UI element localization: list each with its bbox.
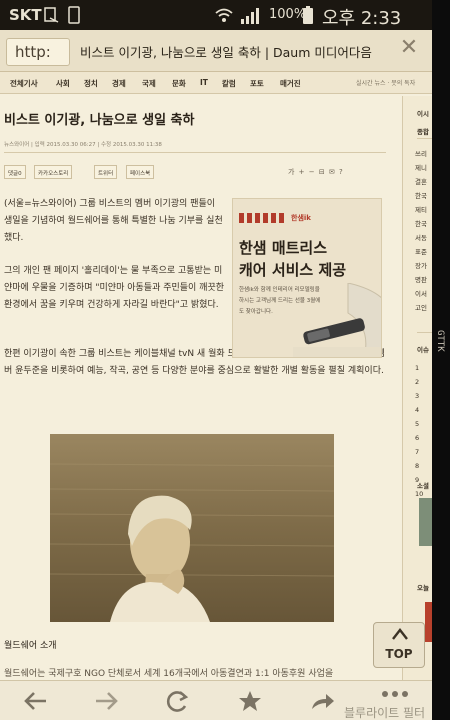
- sidebar-rank[interactable]: 4: [415, 406, 419, 414]
- nav-item-magazine[interactable]: 매거진: [280, 78, 301, 89]
- sidebar-rank[interactable]: 8: [415, 462, 419, 470]
- scroll-top-label: TOP: [385, 647, 413, 661]
- article-meta: 뉴스와이어 | 입력 2015.03.30 06:27 | 수정 2015.03…: [4, 142, 162, 148]
- article-headline: 비스트 이기광, 나눔으로 생일 축하: [4, 113, 195, 128]
- bookmark-star-icon[interactable]: [230, 687, 270, 715]
- sidebar-item[interactable]: 한국: [415, 190, 427, 200]
- sidebar-rank[interactable]: 10: [415, 490, 423, 498]
- nav-item-all[interactable]: 전체기사: [10, 78, 38, 89]
- sidebar-item[interactable]: 제티: [415, 204, 427, 214]
- device-edge: [432, 0, 450, 720]
- sidebar-item[interactable]: 고인: [415, 302, 427, 312]
- sidebar-rank[interactable]: 1: [415, 364, 419, 372]
- sidebar-heading: 이시: [417, 110, 429, 118]
- ad-device-image: [293, 283, 381, 357]
- battery-percent: 100%: [269, 7, 307, 22]
- article-photo[interactable]: [50, 434, 334, 622]
- sidebar-item[interactable]: 명판: [415, 274, 427, 284]
- blue-light-filter-label: 블루라이트 필터: [344, 706, 426, 720]
- screenshot-icon: [44, 7, 60, 27]
- status-bar: SKT 100% 오후 2:33: [0, 0, 432, 30]
- forward-icon[interactable]: [86, 687, 126, 715]
- nav-item-photo[interactable]: 포토: [250, 78, 264, 89]
- scroll-top-button[interactable]: TOP: [373, 622, 425, 668]
- photo-illustration: [50, 434, 334, 622]
- sidebar-rank[interactable]: 7: [415, 448, 419, 456]
- sidebar-item[interactable]: 한국: [415, 218, 427, 228]
- nav-item-society[interactable]: 사회: [56, 78, 70, 89]
- more-menu-icon[interactable]: [380, 689, 410, 699]
- sidebar-rank[interactable]: 3: [415, 392, 419, 400]
- sidebar-item[interactable]: 쓰리: [415, 148, 427, 158]
- close-icon[interactable]: ✕: [396, 35, 422, 65]
- comment-button[interactable]: 댓글0: [4, 165, 26, 179]
- tab-title: 비스트 이기광, 나눔으로 생일 축하 | Daum 미디어다음: [80, 45, 372, 60]
- signal-icon: [240, 7, 262, 28]
- nav-item-it[interactable]: IT: [200, 78, 208, 87]
- sidebar-item[interactable]: 서동: [415, 232, 427, 242]
- share-icon[interactable]: [302, 687, 342, 715]
- photo-caption: 월드쉐어 소개: [4, 641, 57, 651]
- hanssem-ad[interactable]: 한샘ik 한샘 매트리스 캐어 서비스 제공 한샘ik와 함께 인테리어 리모델…: [232, 198, 382, 358]
- nav-right-links[interactable]: 실시간 뉴스 · 뭇의 독자: [356, 78, 415, 87]
- sidebar-item[interactable]: 장가: [415, 260, 427, 270]
- kakaostory-button[interactable]: 카카오스토리: [34, 165, 73, 179]
- url-field[interactable]: http:: [6, 38, 70, 66]
- text-size-tools[interactable]: 가 + − ⊟ ✉ ?: [288, 167, 344, 177]
- nav-item-economy[interactable]: 경제: [112, 78, 126, 89]
- facebook-button[interactable]: 페이스북: [126, 165, 155, 179]
- chevron-up-icon: [392, 628, 408, 640]
- sidebar-heading: 이슈: [417, 346, 429, 354]
- right-sidebar: 이시 종합 쓰리 제니 결혼 한국 제티 한국 서동 표준 장가 명판 이서 고…: [402, 96, 432, 680]
- nav-item-culture[interactable]: 문화: [172, 78, 186, 89]
- sidebar-item[interactable]: 이서: [415, 288, 427, 298]
- twitter-button[interactable]: 트위터: [94, 165, 118, 179]
- sidebar-rank[interactable]: 6: [415, 434, 419, 442]
- ad-headline: 캐어 서비스 제공: [239, 261, 347, 279]
- divider: [4, 152, 386, 153]
- nav-item-column[interactable]: 칼럼: [222, 78, 236, 89]
- nav-item-international[interactable]: 국제: [142, 78, 156, 89]
- sidebar-ad[interactable]: [425, 602, 432, 642]
- news-nav-bar: 전체기사 사회 정치 경제 국제 문화 IT 칼럼 포토 매거진 실시간 뉴스 …: [0, 72, 432, 94]
- side-watermark: GTTK: [435, 330, 445, 352]
- address-bar: http: 비스트 이기광, 나눔으로 생일 축하 | Daum 미디어다음 ✕: [0, 30, 432, 72]
- sidebar-rank[interactable]: 2: [415, 378, 419, 386]
- ad-brand: 한샘ik: [291, 214, 311, 222]
- article-paragraph: (서울=뉴스와이어) 그룹 비스트의 멤버 이기광의 팬들이 생일을 기념하여 …: [4, 199, 223, 243]
- nav-item-politics[interactable]: 정치: [84, 78, 98, 89]
- carrier-label: SKT: [9, 6, 42, 24]
- back-icon[interactable]: [16, 687, 56, 715]
- battery-icon: [302, 6, 314, 29]
- article-paragraph: 월드쉐어는 국제구호 NGO 단체로서 세계 16개국에서 아동결연과 1:1 …: [4, 669, 334, 679]
- sidebar-item[interactable]: 결혼: [415, 176, 427, 186]
- wifi-icon: [214, 7, 234, 27]
- article-paragraph: 그의 개인 팬 페이지 '홀리데이'는 물 부족으로 고통받는 미얀마에 우물을…: [4, 266, 225, 310]
- sidebar-tab[interactable]: 종합: [417, 126, 429, 136]
- ad-headline: 한샘 매트리스: [239, 239, 328, 257]
- sidebar-heading: 오늘: [417, 584, 429, 592]
- sim-icon: [68, 6, 80, 28]
- sidebar-rank[interactable]: 5: [415, 420, 419, 428]
- sidebar-item[interactable]: 표준: [415, 246, 427, 256]
- sidebar-item[interactable]: 제니: [415, 162, 427, 172]
- browser-screen: SKT 100% 오후 2:33 http: 비스트 이기광, 나눔으로 생일 …: [0, 0, 432, 720]
- sidebar-thumbnail[interactable]: [419, 498, 432, 546]
- refresh-icon[interactable]: [158, 687, 198, 715]
- clock: 오후 2:33: [322, 8, 402, 29]
- sidebar-heading: 소셜: [417, 482, 429, 490]
